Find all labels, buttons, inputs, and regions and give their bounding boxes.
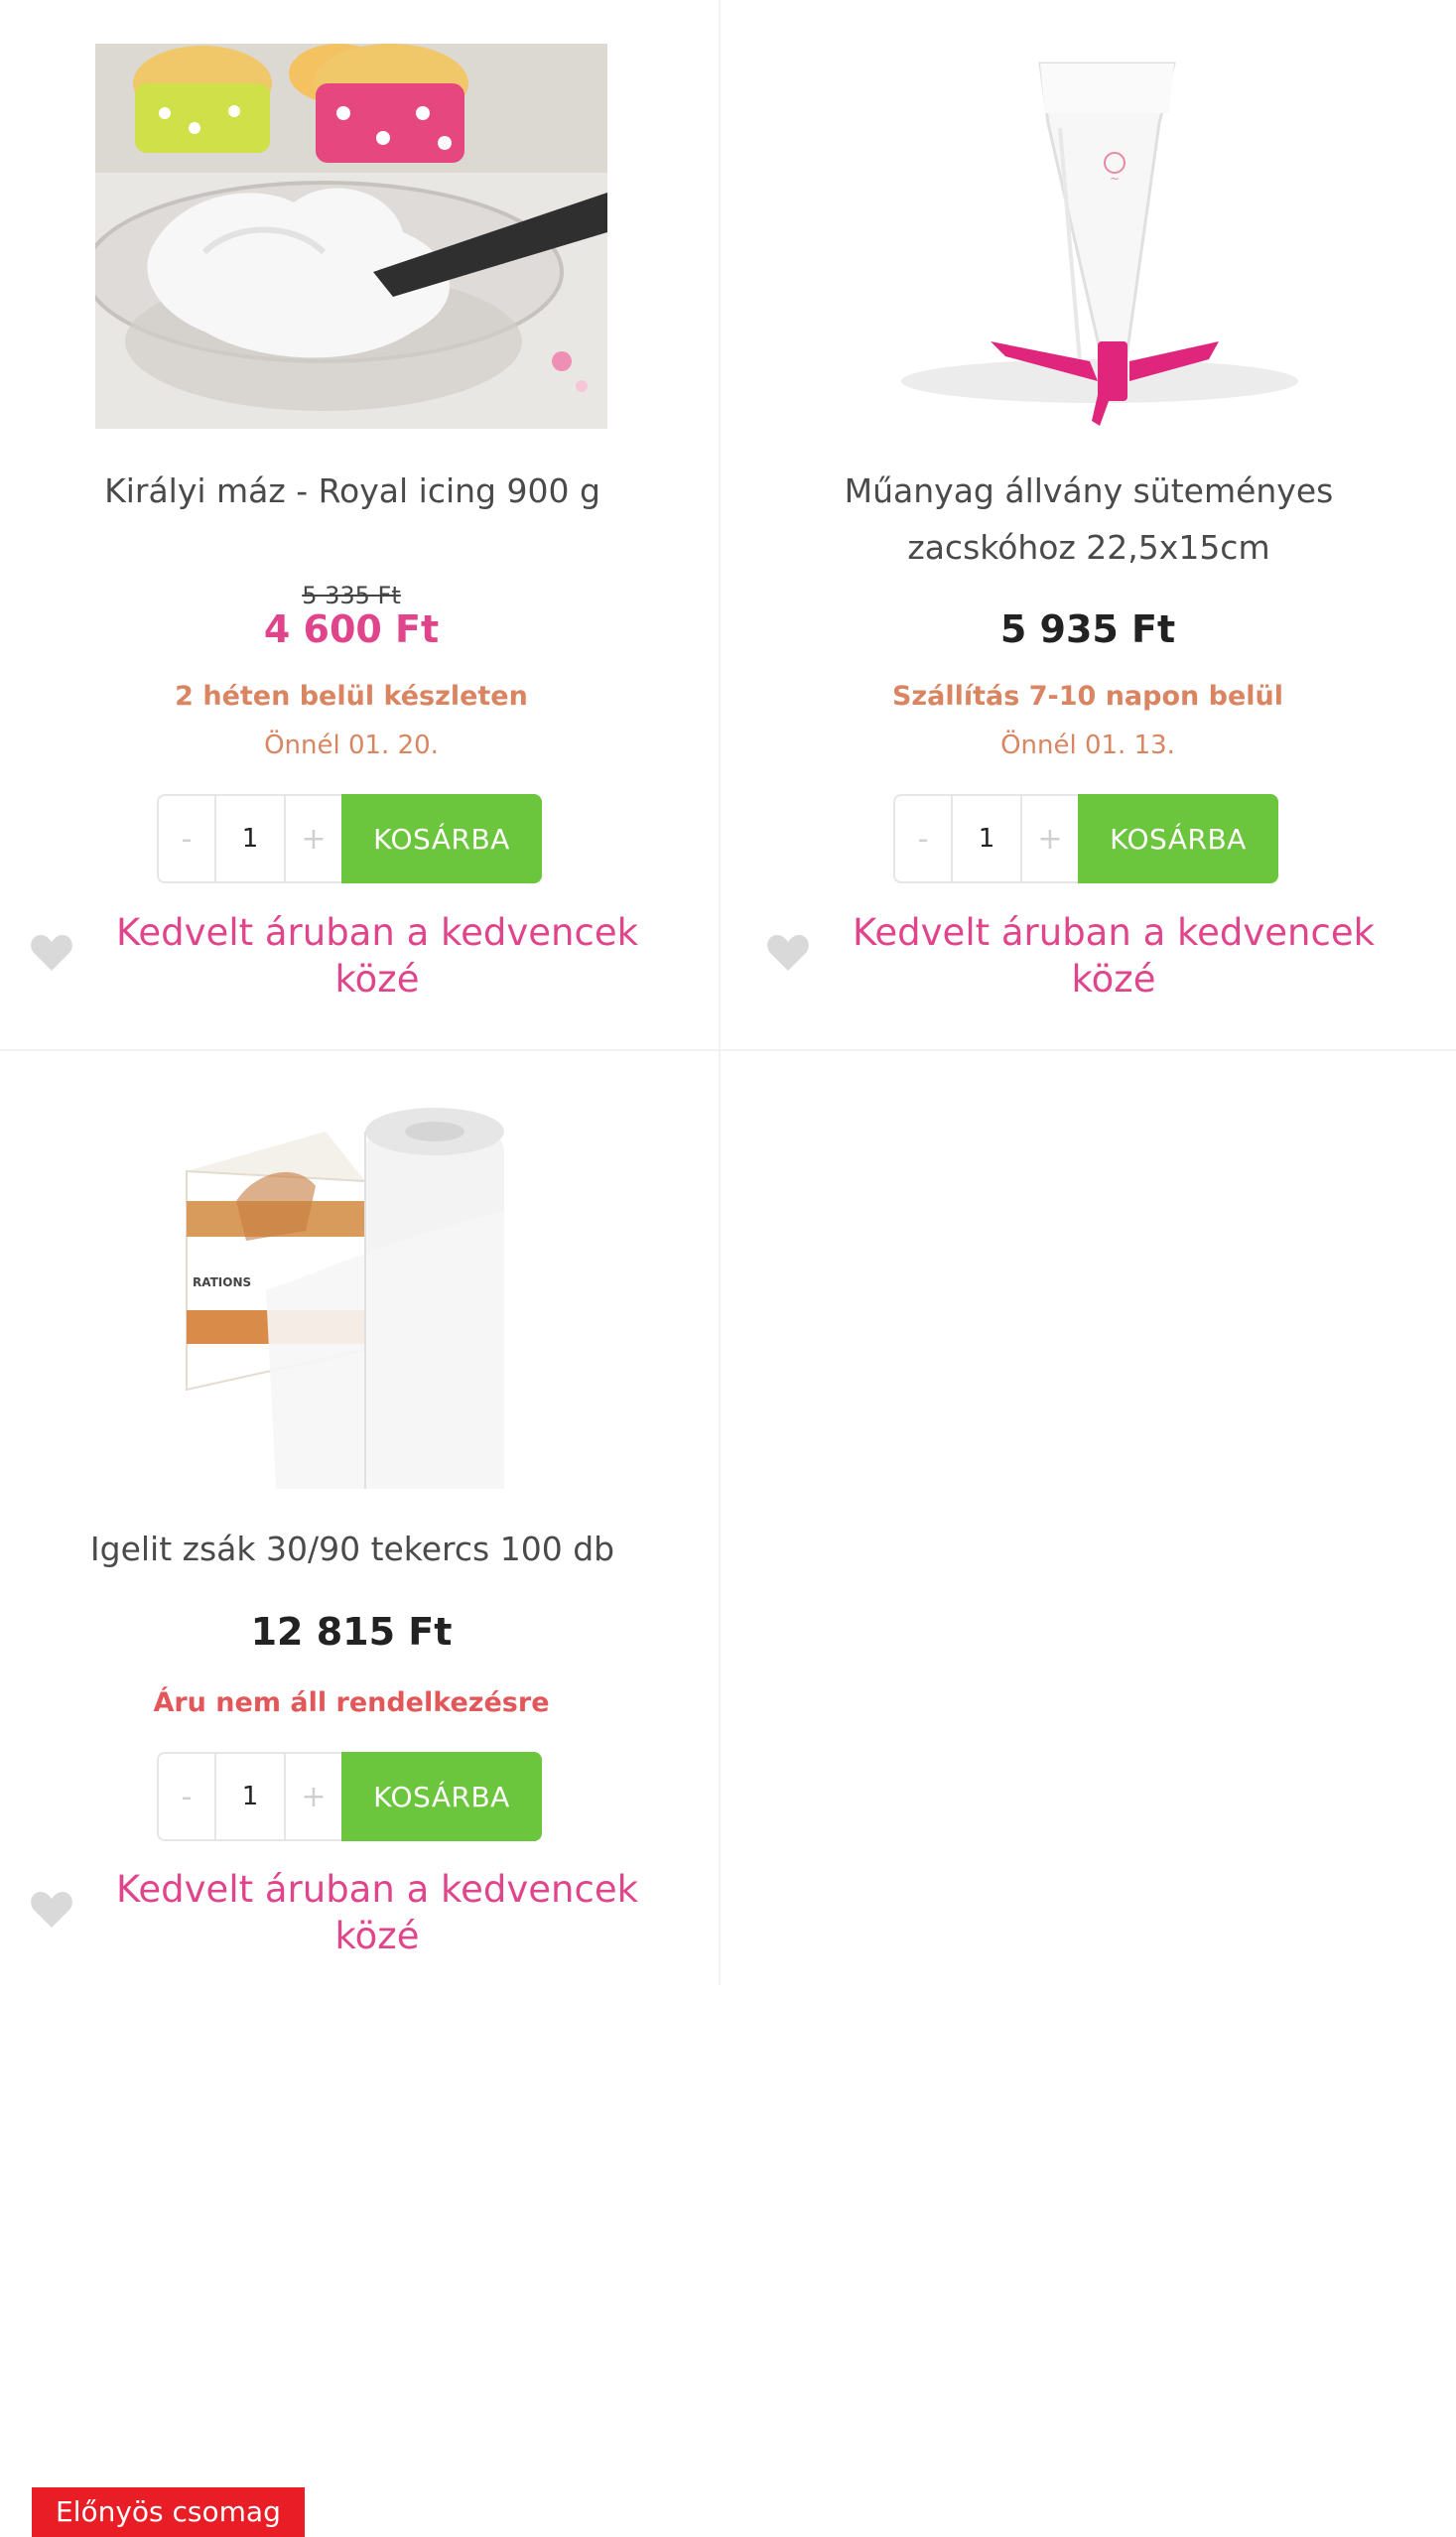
svg-text:~: ~ [1110, 172, 1120, 186]
heart-icon[interactable] [766, 933, 810, 973]
delivery-date: Önnél 01. 13. [1000, 731, 1175, 760]
quantity-input[interactable] [214, 796, 286, 881]
price: 4 600 Ft [263, 607, 440, 651]
heart-icon[interactable] [30, 1890, 73, 1930]
stock-status: Szállítás 7-10 napon belül [891, 681, 1284, 712]
add-to-cart-row: - + KOSÁRBA [157, 794, 542, 883]
add-to-favorites-link[interactable]: Kedvelt áruban a kedvencek közé [846, 909, 1382, 1002]
add-to-cart-row: - + KOSÁRBA [157, 1752, 542, 1841]
promo-badge: Előnyös csomag [32, 2487, 305, 2537]
quantity-stepper: - + [157, 794, 341, 883]
old-price: 5 335 Ft [302, 582, 401, 609]
price: 5 935 Ft [999, 607, 1176, 651]
add-to-cart-button[interactable]: KOSÁRBA [1078, 794, 1278, 883]
add-to-favorites-link[interactable]: Kedvelt áruban a kedvencek közé [109, 1866, 645, 1959]
quantity-stepper: - + [157, 1752, 341, 1841]
qty-decrease-button[interactable]: - [159, 796, 214, 881]
product-image-royal-icing[interactable] [95, 44, 607, 429]
product-grid: Királyi máz - Royal icing 900 g 5 335 Ft… [0, 0, 1456, 2537]
qty-decrease-button[interactable]: - [159, 1754, 214, 1839]
qty-increase-button[interactable]: + [286, 796, 341, 881]
column-divider [719, 0, 721, 1985]
row-divider [0, 1049, 1456, 1051]
qty-decrease-button[interactable]: - [895, 796, 951, 881]
price: 12 815 Ft [250, 1610, 453, 1654]
product-title[interactable]: Műanyag állvány süteményes zacskóhoz 22,… [796, 463, 1382, 576]
qty-increase-button[interactable]: + [286, 1754, 341, 1839]
product-title[interactable]: Igelit zsák 30/90 tekercs 100 db [60, 1521, 645, 1577]
qty-increase-button[interactable]: + [1022, 796, 1078, 881]
delivery-date: Önnél 01. 20. [264, 731, 439, 760]
stock-status: Áru nem áll rendelkezésre [153, 1687, 550, 1718]
quantity-input[interactable] [214, 1754, 286, 1839]
add-to-cart-row: - + KOSÁRBA [893, 794, 1278, 883]
quantity-stepper: - + [893, 794, 1078, 883]
add-to-cart-button[interactable]: KOSÁRBA [341, 794, 542, 883]
add-to-favorites-link[interactable]: Kedvelt áruban a kedvencek közé [109, 909, 645, 1002]
heart-icon[interactable] [30, 933, 73, 973]
add-to-cart-button[interactable]: KOSÁRBA [341, 1752, 542, 1841]
quantity-input[interactable] [951, 796, 1022, 881]
svg-text:RATIONS: RATIONS [193, 1275, 251, 1289]
product-image-piping-bag-roll[interactable]: RATIONS [167, 1092, 659, 1493]
stock-status: 2 héten belül készleten [175, 681, 528, 712]
product-image-piping-bag-stand[interactable]: ~ [832, 44, 1344, 429]
product-title[interactable]: Királyi máz - Royal icing 900 g [60, 463, 645, 519]
